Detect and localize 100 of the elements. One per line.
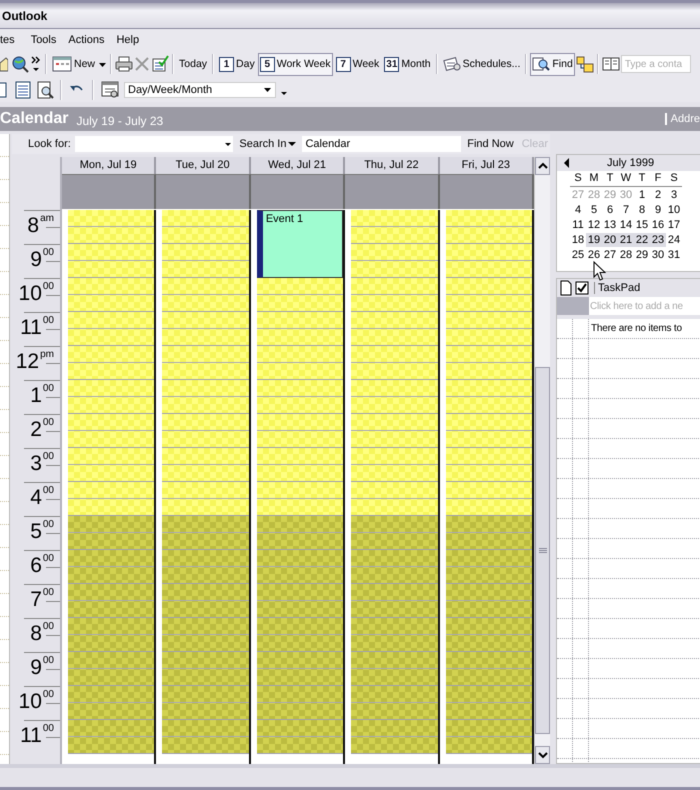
time-slot[interactable] — [68, 584, 154, 618]
time-slot[interactable] — [68, 618, 154, 652]
date-cell[interactable]: 14 — [618, 218, 634, 232]
menu-item[interactable]: Tools — [24, 34, 62, 46]
date-cell[interactable]: 16 — [650, 218, 666, 232]
menu-item[interactable]: Help — [110, 34, 146, 46]
address-book-icon[interactable] — [602, 55, 620, 73]
previous-month-icon[interactable] — [563, 158, 571, 168]
time-slot[interactable] — [256, 414, 344, 448]
time-slot[interactable] — [68, 720, 154, 754]
time-slot[interactable] — [68, 380, 154, 414]
view-button[interactable]: 5 Work Week — [258, 52, 333, 76]
printer-icon[interactable] — [115, 55, 134, 73]
checkbox-icon[interactable] — [575, 280, 589, 296]
date-cell[interactable]: 9 — [650, 203, 666, 217]
time-slot[interactable] — [446, 686, 532, 720]
time-slot[interactable] — [256, 448, 344, 482]
chevron-icon[interactable] — [30, 54, 42, 74]
time-slot[interactable] — [162, 346, 249, 380]
time-slot[interactable] — [351, 414, 438, 448]
date-cell[interactable]: 13 — [602, 218, 618, 232]
view-button[interactable]: 7 Week — [334, 52, 382, 76]
calendar-event[interactable]: Event 1 — [256, 210, 344, 278]
date-cell[interactable]: 19 — [586, 233, 602, 247]
calendar-view-icon[interactable] — [0, 81, 8, 99]
time-slot[interactable] — [351, 244, 438, 278]
time-slot[interactable] — [162, 244, 249, 278]
time-slot[interactable] — [68, 652, 154, 686]
checklist-icon[interactable] — [151, 55, 170, 73]
date-cell[interactable]: 7 — [618, 203, 634, 217]
time-slot[interactable] — [68, 516, 154, 550]
search-in-field[interactable]: Calendar — [302, 136, 462, 152]
find-button[interactable]: Find — [530, 52, 575, 76]
time-slot[interactable] — [256, 346, 344, 380]
time-slot[interactable] — [351, 278, 438, 312]
menu-item[interactable]: tes — [0, 34, 21, 46]
time-slot[interactable] — [68, 482, 154, 516]
time-slot[interactable] — [162, 686, 249, 720]
all-day-area[interactable] — [345, 174, 440, 209]
time-slot[interactable] — [446, 482, 532, 516]
house-icon[interactable] — [0, 55, 8, 73]
date-cell[interactable]: 20 — [602, 233, 618, 247]
all-day-area[interactable] — [62, 174, 156, 209]
grip-icon[interactable] — [538, 548, 546, 554]
date-cell[interactable]: 30 — [650, 248, 666, 262]
time-slot[interactable] — [68, 278, 154, 312]
time-slot[interactable] — [256, 652, 344, 686]
day-header[interactable]: Fri, Jul 23 — [440, 157, 534, 174]
time-slot[interactable] — [68, 550, 154, 584]
time-slot[interactable] — [256, 516, 344, 550]
time-slot[interactable] — [446, 550, 532, 584]
time-slot[interactable] — [162, 584, 249, 618]
date-cell[interactable]: 11 — [570, 218, 586, 232]
contact-search-field[interactable]: Type a conta — [620, 55, 691, 73]
time-slot[interactable] — [446, 516, 532, 550]
look-for-field[interactable] — [74, 136, 234, 152]
date-cell[interactable]: 27 — [602, 248, 618, 262]
date-cell[interactable]: 17 — [666, 218, 682, 232]
time-slot[interactable] — [446, 210, 532, 244]
time-slot[interactable] — [446, 414, 532, 448]
date-cell[interactable]: 28 — [618, 248, 634, 262]
date-cell[interactable]: 15 — [634, 218, 650, 232]
time-slot[interactable] — [351, 652, 438, 686]
time-slot[interactable] — [446, 346, 532, 380]
date-cell[interactable]: 4 — [570, 203, 586, 217]
time-slot[interactable] — [256, 584, 344, 618]
time-slot[interactable] — [351, 346, 438, 380]
view-button[interactable]: 1 Day — [217, 52, 257, 76]
list-view-icon[interactable] — [14, 81, 32, 99]
time-slot[interactable] — [256, 618, 344, 652]
date-cell[interactable]: 12 — [586, 218, 602, 232]
time-slot[interactable] — [351, 618, 438, 652]
time-slot[interactable] — [446, 584, 532, 618]
new-button[interactable]: New — [50, 52, 98, 76]
time-slot[interactable] — [446, 312, 532, 346]
date-cell[interactable]: 18 — [570, 233, 586, 247]
time-slot[interactable] — [256, 550, 344, 584]
time-slot[interactable] — [351, 550, 438, 584]
day-header[interactable]: Wed, Jul 21 — [250, 157, 346, 174]
time-slot[interactable] — [256, 482, 344, 516]
time-slot[interactable] — [162, 312, 249, 346]
time-slot[interactable] — [68, 686, 154, 720]
time-slot[interactable] — [162, 516, 249, 550]
day-header[interactable]: Mon, Jul 19 — [62, 157, 156, 174]
preview-icon[interactable] — [36, 81, 54, 99]
time-slot[interactable] — [68, 244, 154, 278]
date-cell[interactable]: 10 — [666, 203, 682, 217]
all-day-area[interactable] — [250, 174, 346, 209]
time-slot[interactable] — [68, 312, 154, 346]
time-slot[interactable] — [446, 278, 532, 312]
time-slot[interactable] — [256, 686, 344, 720]
date-cell[interactable]: 22 — [634, 233, 650, 247]
date-cell[interactable]: 23 — [650, 233, 666, 247]
time-slot[interactable] — [162, 618, 249, 652]
date-cell[interactable]: 3 — [666, 188, 682, 202]
time-slot[interactable] — [446, 652, 532, 686]
date-cell[interactable]: 1 — [634, 188, 650, 202]
time-slot[interactable] — [68, 414, 154, 448]
new-task-row[interactable]: Click here to add a ne — [557, 297, 700, 319]
menu-item[interactable]: Actions — [62, 34, 110, 46]
